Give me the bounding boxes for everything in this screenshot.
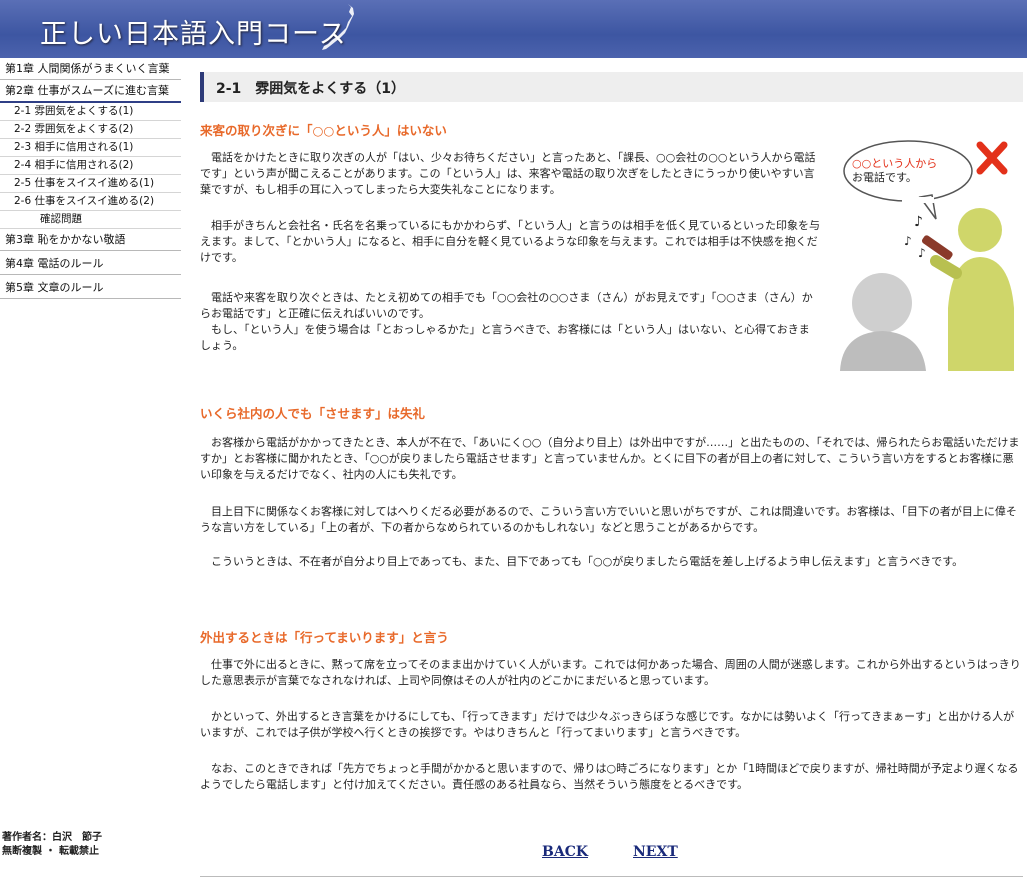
- section-heading-1: 来客の取り次ぎに「○○という人」はいない: [200, 123, 447, 138]
- sidebar-chapter-1[interactable]: 第1章 人間関係がうまくいく言葉: [0, 58, 181, 80]
- sidebar-chapter-4[interactable]: 第4章 電話のルール: [0, 253, 181, 275]
- paragraph: 目上目下に関係なくお客様に対してはへりくだる必要があるので、こういう言い方でいい…: [200, 505, 1017, 534]
- paragraph: なお、このときできれば「先方でちょっと手間がかかると思いますので、帰りは○時ごろ…: [200, 762, 1019, 791]
- sidebar-item-2-4[interactable]: 2-4 相手に信用される(2): [0, 157, 181, 175]
- site-title: 正しい日本語入門コース: [40, 19, 347, 50]
- section-heading-3: 外出するときは「行ってまいります」と言う: [200, 630, 449, 645]
- paragraph: 電話をかけたときに取り次ぎの人が「はい、少々お待ちください」と言ったあと、「課長…: [200, 151, 816, 196]
- author-credit: 著作者名：白沢 節子 無断複製 ・ 転載禁止: [2, 832, 102, 857]
- sidebar-nav: 第1章 人間関係がうまくいく言葉 第2章 仕事がスムーズに進む言葉 2-1 雰囲…: [0, 58, 181, 890]
- sidebar-chapter-3[interactable]: 第3章 恥をかかない敬語: [0, 229, 181, 251]
- bubble-text-2: お電話です。: [852, 171, 917, 184]
- svg-text:♪: ♪: [904, 234, 912, 248]
- paragraph: 電話や来客を取り次ぐときは、たとえ初めての相手でも「○○会社の○○さま（さん）が…: [200, 291, 813, 352]
- japan-map-icon: [322, 4, 354, 50]
- paragraph: お客様から電話がかかってきたとき、本人が不在で、「あいにく○○（自分より目上）は…: [200, 436, 1020, 481]
- sidebar-chapter-2[interactable]: 第2章 仕事がスムーズに進む言葉: [0, 80, 181, 103]
- bubble-text: ○○という人から: [852, 157, 938, 170]
- sidebar-item-2-1[interactable]: 2-1 雰囲気をよくする(1): [0, 103, 181, 121]
- paragraph: 仕事で外に出るときに、黙って席を立ってそのまま出かけていく人がいます。これでは何…: [200, 658, 1021, 687]
- sidebar-item-2-5[interactable]: 2-5 仕事をスイスイ進める(1): [0, 175, 181, 193]
- svg-text:♪: ♪: [918, 246, 926, 260]
- section-heading-2: いくら社内の人でも「させます」は失礼: [200, 406, 426, 421]
- next-link[interactable]: NEXT: [633, 844, 678, 860]
- page-title: 2-1 雰囲気をよくする（1）: [216, 81, 406, 97]
- sidebar-item-quiz[interactable]: 確認問題: [0, 211, 181, 229]
- svg-text:♪: ♪: [914, 214, 923, 230]
- back-link[interactable]: BACK: [542, 844, 588, 860]
- phone-call-illustration: ♪ ♪ ♪ ○○という人から お電話です。: [840, 133, 1025, 377]
- sidebar-item-2-3[interactable]: 2-3 相手に信用される(1): [0, 139, 181, 157]
- sidebar-item-2-6[interactable]: 2-6 仕事をスイスイ進める(2): [0, 193, 181, 211]
- paragraph: かといって、外出するとき言葉をかけるにしても、「行ってきます」だけでは少々ぶっき…: [200, 710, 1015, 739]
- sidebar-item-2-2[interactable]: 2-2 雰囲気をよくする(2): [0, 121, 181, 139]
- site-header: 正しい日本語入門コース: [0, 0, 1027, 58]
- sidebar-chapter-5[interactable]: 第5章 文章のルール: [0, 277, 181, 299]
- footer-divider: [200, 876, 1023, 877]
- paragraph: こういうときは、不在者が自分より目上であっても、また、目下であっても「○○が戻り…: [200, 555, 964, 568]
- page-title-bar: 2-1 雰囲気をよくする（1）: [200, 72, 1023, 102]
- paragraph: 相手がきちんと会社名・氏名を名乗っているにもかかわらず、「という人」と言うのは相…: [200, 219, 820, 264]
